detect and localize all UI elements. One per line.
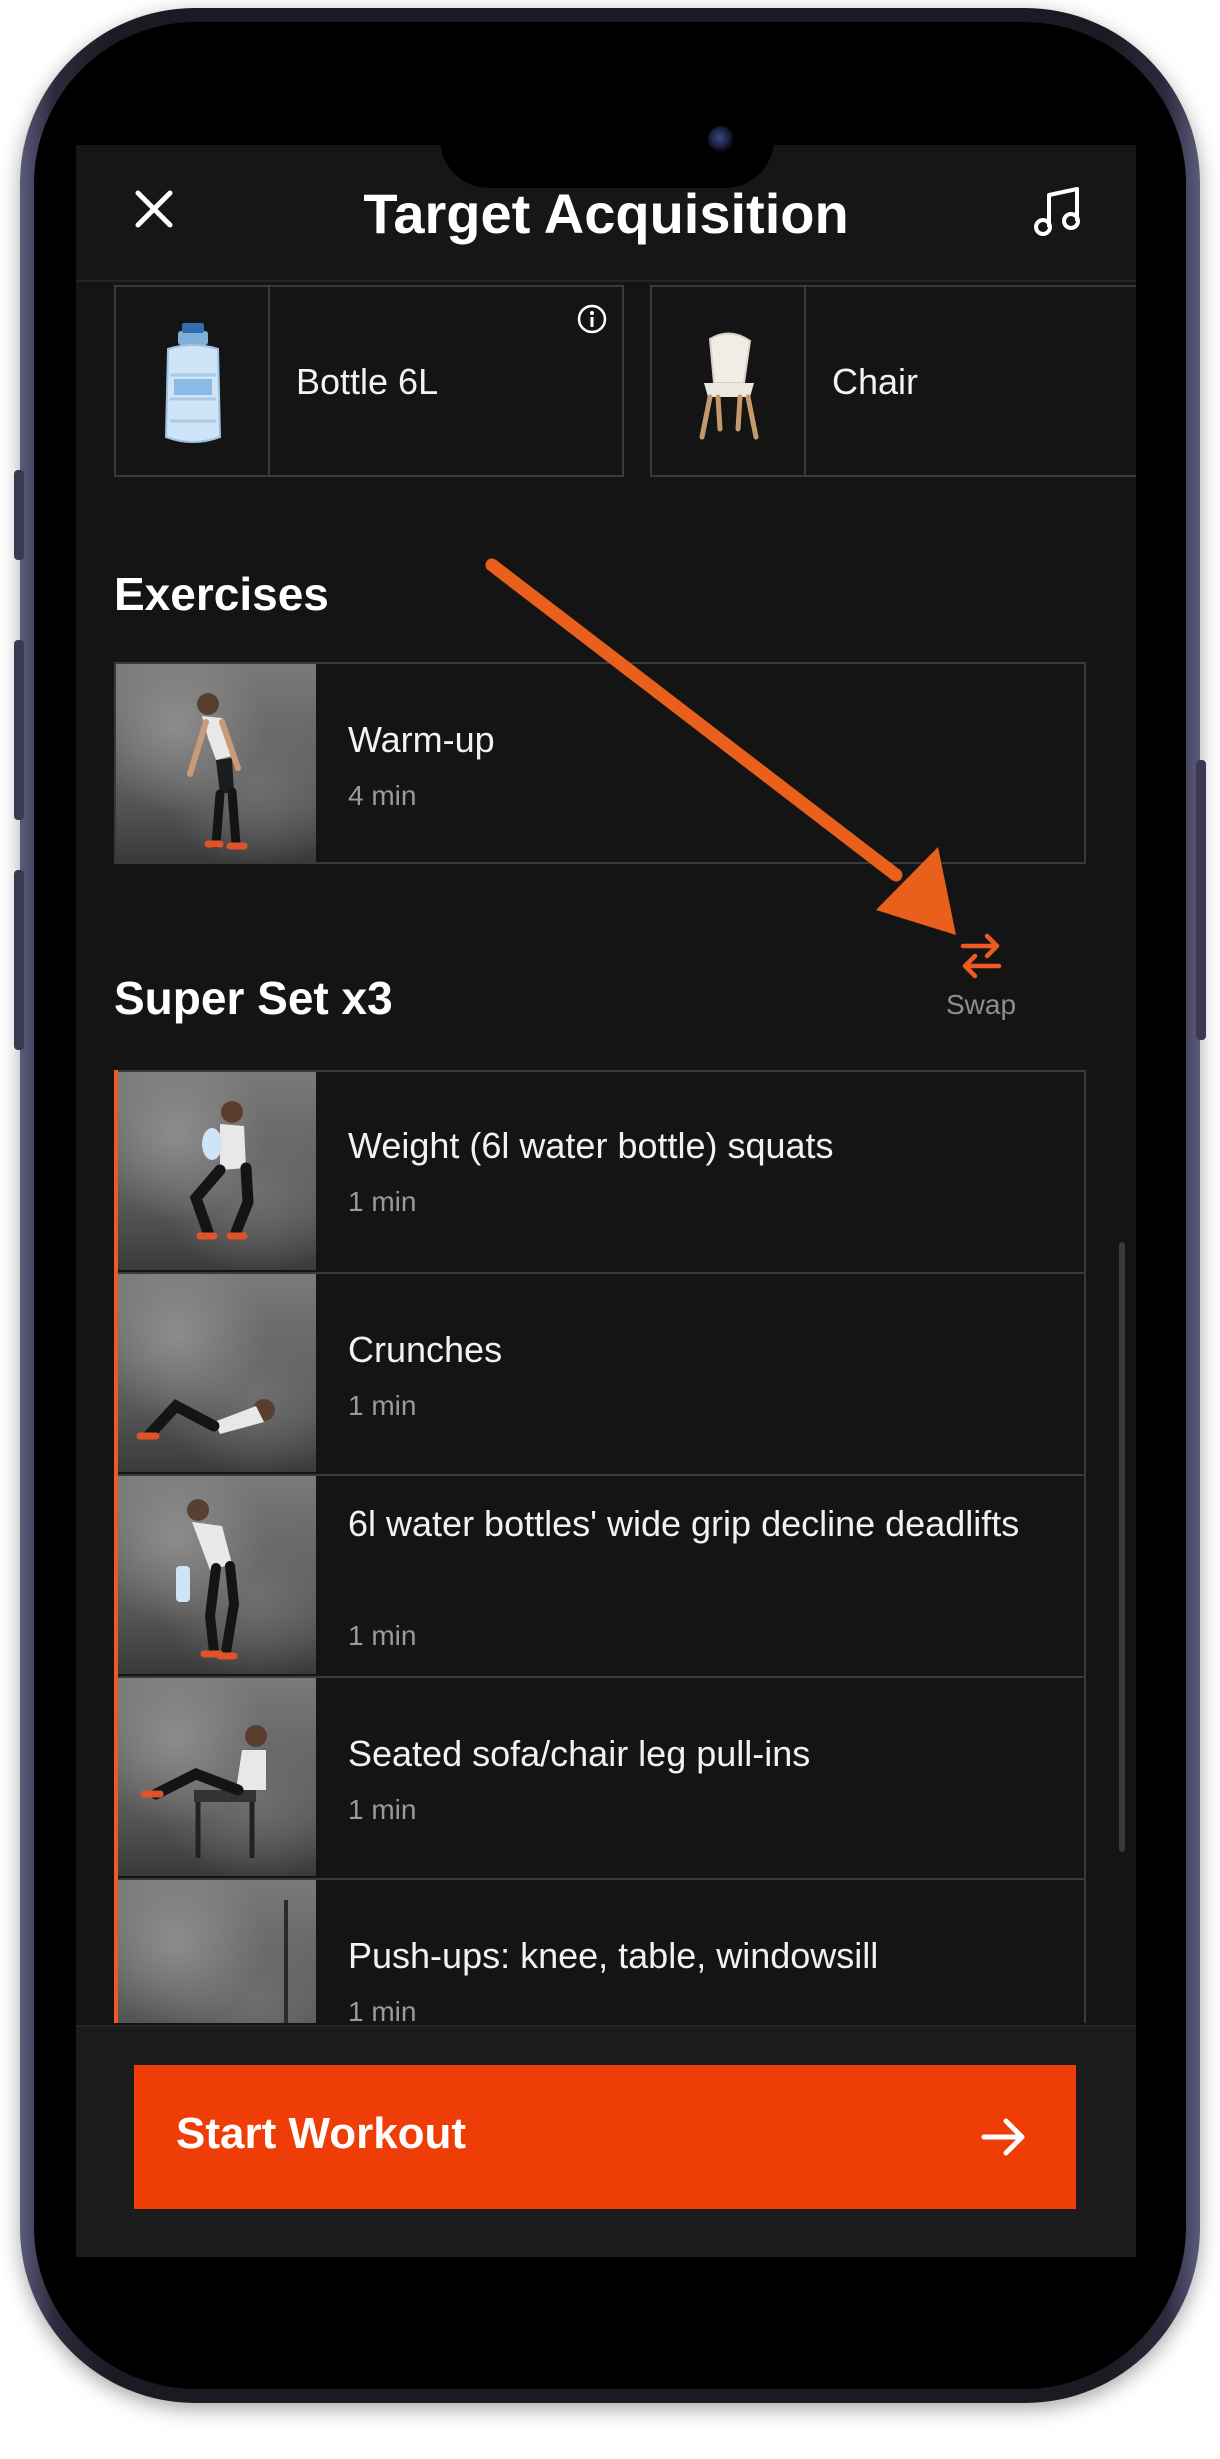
page-title: Target Acquisition bbox=[363, 182, 849, 245]
scrollbar[interactable] bbox=[1119, 1242, 1125, 1852]
superset-item[interactable]: Weight (6l water bottle) squats 1 min bbox=[114, 1070, 1086, 1274]
exercise-name: Seated sofa/chair leg pull-ins bbox=[348, 1733, 811, 1774]
start-workout-label: Start Workout bbox=[176, 2109, 467, 2158]
exercise-name: Crunches bbox=[348, 1329, 503, 1370]
superset-item[interactable]: Crunches 1 min bbox=[114, 1272, 1086, 1476]
camera-icon bbox=[708, 126, 734, 152]
equipment-row: Bottle 6L Chair bbox=[114, 285, 1136, 481]
exercise-duration: 1 min bbox=[348, 1186, 417, 1217]
exercise-thumbnail bbox=[116, 1476, 316, 1674]
superset-accent-bar bbox=[114, 1070, 118, 2023]
superset-item[interactable]: 6l water bottles' wide grip decline dead… bbox=[114, 1474, 1086, 1678]
swap-arrows-icon bbox=[960, 933, 1002, 979]
power-button bbox=[1196, 760, 1206, 1040]
start-workout-button[interactable]: Start Workout bbox=[134, 2065, 1076, 2209]
exercise-duration: 1 min bbox=[348, 1390, 417, 1421]
exercise-duration: 1 min bbox=[348, 1794, 417, 1825]
mute-switch bbox=[14, 470, 24, 560]
exercise-thumbnail bbox=[116, 1274, 316, 1472]
superset-heading: Super Set x3 bbox=[114, 972, 393, 1024]
music-note-icon[interactable] bbox=[1030, 183, 1086, 239]
equipment-label: Bottle 6L bbox=[296, 361, 439, 402]
arrow-right-icon bbox=[978, 2111, 1030, 2163]
exercise-thumbnail bbox=[116, 1880, 316, 2023]
dynamic-island bbox=[440, 90, 774, 188]
water-bottle-image bbox=[116, 287, 270, 475]
exercise-name: Weight (6l water bottle) squats bbox=[348, 1125, 834, 1166]
volume-down-button bbox=[14, 870, 24, 1050]
swap-button[interactable]: Swap bbox=[916, 930, 1046, 1021]
app-screen: Target Acquisition Bottle 6L Chair Exerc… bbox=[76, 145, 1136, 2257]
superset-item[interactable]: Seated sofa/chair leg pull-ins 1 min bbox=[114, 1676, 1086, 1880]
superset-item[interactable]: Push-ups: knee, table, windowsill 1 min bbox=[114, 1878, 1086, 2023]
equipment-card-bottle[interactable]: Bottle 6L bbox=[114, 285, 624, 477]
exercise-thumbnail bbox=[116, 664, 316, 862]
exercise-name: Warm-up bbox=[348, 719, 495, 760]
exercises-heading: Exercises bbox=[114, 568, 329, 620]
volume-up-button bbox=[14, 640, 24, 820]
exercise-card[interactable]: Warm-up 4 min bbox=[114, 662, 1086, 864]
exercise-duration: 1 min bbox=[348, 1996, 417, 2023]
equipment-label: Chair bbox=[832, 361, 919, 402]
exercise-thumbnail bbox=[116, 1072, 316, 1270]
exercise-name: 6l water bottles' wide grip decline dead… bbox=[348, 1503, 1020, 1544]
swap-label: Swap bbox=[945, 989, 1017, 1020]
equipment-card-chair[interactable]: Chair bbox=[650, 285, 1136, 477]
exercise-duration: 1 min bbox=[348, 1620, 417, 1651]
chair-image bbox=[652, 287, 806, 475]
exercise-duration: 4 min bbox=[348, 780, 417, 811]
bottom-bar: Start Workout bbox=[76, 2025, 1136, 2257]
info-icon[interactable] bbox=[576, 303, 608, 335]
exercise-thumbnail bbox=[116, 1678, 316, 1876]
superset-list: Weight (6l water bottle) squats 1 min Cr… bbox=[114, 1070, 1088, 2023]
exercise-name: Push-ups: knee, table, windowsill bbox=[348, 1935, 879, 1976]
